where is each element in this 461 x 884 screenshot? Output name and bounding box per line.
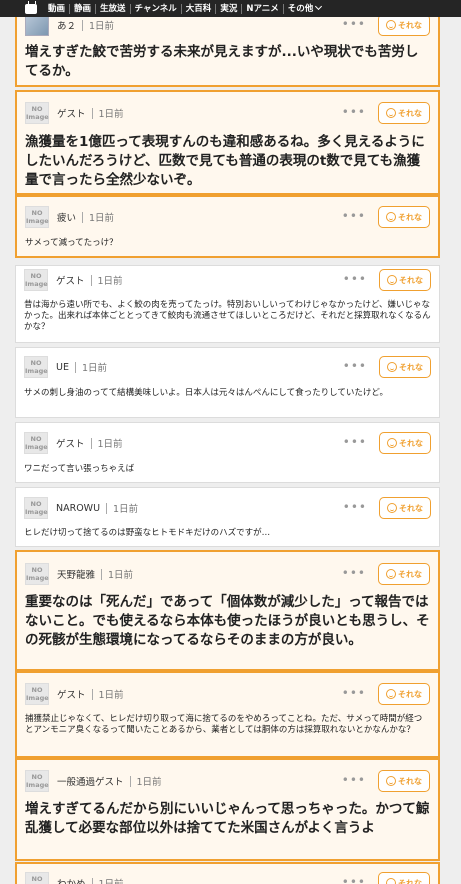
comment-card: NO Image NAROWU 1日前 ••• それな ヒレだけ切って捨てるのは… xyxy=(15,487,440,547)
comment-text: サメの刺し身油のってて結構美味しいよ。日本人は元々はんぺんにして食ったりしていた… xyxy=(24,388,388,398)
nav-item-more[interactable]: その他 xyxy=(284,2,326,14)
comment-text: ワニだって言い張っちゃえば xyxy=(24,464,135,474)
comment-time: 1日前 xyxy=(97,276,123,287)
more-options-icon[interactable]: ••• xyxy=(342,567,366,579)
comment-username[interactable]: 疲い xyxy=(57,210,76,224)
comment-time: 1日前 xyxy=(89,21,115,32)
comment-time: 1日前 xyxy=(99,876,124,884)
sorena-button[interactable]: それな xyxy=(379,269,431,291)
avatar[interactable]: NO Image xyxy=(24,497,48,519)
avatar[interactable]: NO Image xyxy=(25,683,49,705)
smile-icon xyxy=(386,569,396,579)
smile-icon xyxy=(386,108,396,118)
more-options-icon[interactable]: ••• xyxy=(342,106,366,118)
avatar[interactable]: NO Image xyxy=(24,432,48,454)
smile-icon xyxy=(386,878,396,884)
comment-username[interactable]: わかめ xyxy=(57,876,86,884)
more-options-icon[interactable]: ••• xyxy=(342,687,366,699)
comment-card: NO Image UE 1日前 ••• それな サメの刺し身油のってて結構美味し… xyxy=(15,347,440,418)
comment-time: 1日前 xyxy=(108,570,134,581)
comment-card: NO Image 一般通過ゲスト 1日前 ••• それな 増えすぎてるんだから別… xyxy=(15,758,440,861)
comment-username[interactable]: あ２ xyxy=(57,18,76,32)
comment-time: 1日前 xyxy=(97,439,123,450)
more-options-icon[interactable]: ••• xyxy=(342,210,366,222)
avatar[interactable]: NO Image xyxy=(24,269,48,291)
nav-item-seiga[interactable]: 静画 xyxy=(70,3,97,14)
comment-username[interactable]: 天野龍雅 xyxy=(57,567,95,581)
sorena-button[interactable]: それな xyxy=(378,770,430,792)
more-options-icon[interactable]: ••• xyxy=(343,436,367,448)
comment-card: NO Image ゲスト 1日前 ••• それな 漁獲量を1億匹って表現すんのも… xyxy=(15,90,440,195)
nav-item-channel[interactable]: チャンネル xyxy=(131,3,182,14)
smile-icon xyxy=(386,689,396,699)
comment-username[interactable]: ゲスト xyxy=(56,436,85,450)
comment-card: NO Image ゲスト 1日前 ••• それな ワニだって言い張っちゃえば xyxy=(15,422,440,483)
comment-text: 増えすぎてるんだから別にいいじゃんって思っちゃった。かつて鯨乱獲して必要な部位以… xyxy=(25,801,430,836)
more-options-icon[interactable]: ••• xyxy=(343,273,367,285)
comment-text: 漁獲量を1億匹って表現すんのも違和感あるね。多く見えるようにしたいんだろうけど、… xyxy=(25,134,425,188)
comment-text: 重要なのは「死んだ」であって「個体数が減少した」って報告ではないこと。でも使える… xyxy=(25,594,430,648)
avatar[interactable]: NO Image xyxy=(25,872,49,884)
nav-item-nanime[interactable]: Nアニメ xyxy=(242,3,284,14)
smile-icon xyxy=(386,20,396,30)
comment-text: 昔は海から遠い所でも、よく鮫の肉を売ってたっけ。特別おいしいってわけじゃなかった… xyxy=(24,300,431,332)
comment-time: 1日前 xyxy=(136,777,162,788)
more-options-icon[interactable]: ••• xyxy=(343,501,367,513)
sorena-button[interactable]: それな xyxy=(378,872,430,884)
comment-card: NO Image ゲスト 1日前 ••• それな 昔は海から遠い所でも、よく鮫の… xyxy=(15,265,440,343)
comment-time: 1日前 xyxy=(89,213,115,224)
avatar[interactable]: NO Image xyxy=(25,770,49,792)
top-nav-bar: 動画 静画 生放送 チャンネル 大百科 実況 Nアニメ その他 xyxy=(0,0,461,17)
nav-item-jikkyo[interactable]: 実況 xyxy=(216,3,243,14)
comment-time: 1日前 xyxy=(113,504,139,515)
smile-icon xyxy=(386,212,396,222)
comment-username[interactable]: 一般通過ゲスト xyxy=(57,774,124,788)
comment-username[interactable]: NAROWU xyxy=(56,503,100,514)
comment-card: NO Image 疲い 1日前 ••• それな サメって減ってたっけ？ xyxy=(15,195,440,258)
smile-icon xyxy=(387,503,397,513)
niconico-tv-icon[interactable] xyxy=(25,4,37,14)
comment-username[interactable]: ゲスト xyxy=(56,273,85,287)
comment-time: 1日前 xyxy=(98,690,124,701)
sorena-button[interactable]: それな xyxy=(378,102,430,124)
sorena-button[interactable]: それな xyxy=(378,563,430,585)
avatar[interactable]: NO Image xyxy=(24,356,48,378)
more-options-icon[interactable]: ••• xyxy=(342,876,366,884)
comment-time: 1日前 xyxy=(81,363,108,374)
sorena-button[interactable]: それな xyxy=(378,14,430,36)
chevron-down-icon xyxy=(315,2,323,10)
sorena-button[interactable]: それな xyxy=(379,356,431,378)
comment-card: NO Image 天野龍雅 1日前 ••• それな 重要なのは「死んだ」であって… xyxy=(15,550,440,671)
comment-username[interactable]: UE xyxy=(56,362,69,373)
comment-text: サメって減ってたっけ？ xyxy=(25,238,118,248)
sorena-button[interactable]: それな xyxy=(379,497,431,519)
sorena-button[interactable]: それな xyxy=(378,206,430,228)
smile-icon xyxy=(387,362,397,372)
more-options-icon[interactable]: ••• xyxy=(343,360,367,372)
avatar[interactable] xyxy=(25,14,49,36)
nav-item-live[interactable]: 生放送 xyxy=(96,3,131,14)
smile-icon xyxy=(387,438,397,448)
more-options-icon[interactable]: ••• xyxy=(342,774,366,786)
nav-item-dic[interactable]: 大百科 xyxy=(182,3,217,14)
comment-time: 1日前 xyxy=(98,109,124,120)
comment-card: NO Image わかめ 1日前 ••• それな xyxy=(15,862,440,884)
avatar[interactable]: NO Image xyxy=(25,206,49,228)
smile-icon xyxy=(387,275,397,285)
comment-text: 増えすぎた鮫で苦労する未来が見えますが...いや現状でも苦労してるか。 xyxy=(25,44,419,79)
comment-text: ヒレだけ切って捨てるのは野蛮なヒトモドキだけのハズですが… xyxy=(24,528,271,538)
comment-username[interactable]: ゲスト xyxy=(57,687,86,701)
more-options-icon[interactable]: ••• xyxy=(342,18,366,30)
comment-card: NO Image ゲスト 1日前 ••• それな 捕獲禁止じゃなくて、ヒレだけ切… xyxy=(15,671,440,758)
smile-icon xyxy=(386,776,396,786)
nav-item-video[interactable]: 動画 xyxy=(44,3,71,14)
nav-menu: 動画 静画 生放送 チャンネル 大百科 実況 Nアニメ その他 xyxy=(44,0,325,17)
avatar[interactable]: NO Image xyxy=(25,563,49,585)
comment-username[interactable]: ゲスト xyxy=(57,106,86,120)
comment-text: 捕獲禁止じゃなくて、ヒレだけ切り取って海に捨てるのをやめろってことね。ただ、サメ… xyxy=(25,714,423,735)
sorena-button[interactable]: それな xyxy=(379,432,431,454)
avatar[interactable]: NO Image xyxy=(25,102,49,124)
sorena-button[interactable]: それな xyxy=(378,683,430,705)
